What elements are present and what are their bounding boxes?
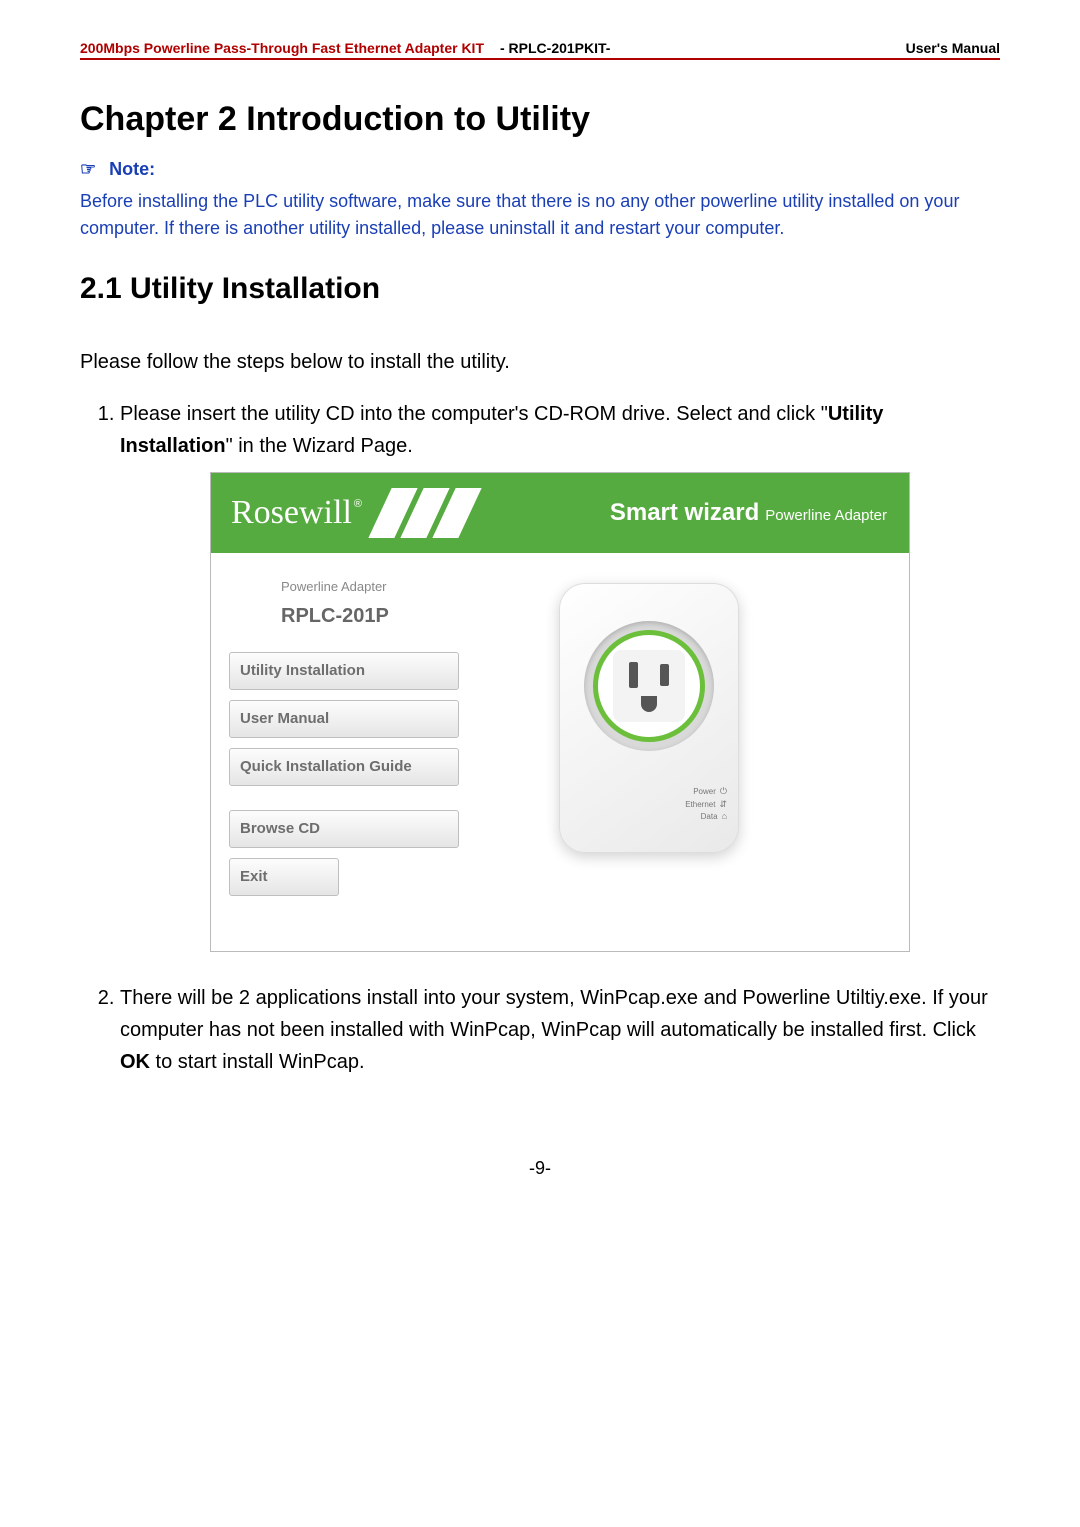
banner-slashes-icon: [380, 488, 470, 538]
browse-cd-button[interactable]: Browse CD: [229, 810, 459, 848]
user-manual-button[interactable]: User Manual: [229, 700, 459, 738]
note-label: Note:: [109, 159, 155, 179]
utility-install-button[interactable]: Utility Installation: [229, 652, 459, 690]
product-subtitle: Powerline Adapter: [281, 577, 489, 598]
step-1-text-b: " in the Wizard Page.: [226, 435, 413, 457]
step-2-bold: OK: [120, 1051, 150, 1073]
step-1: Please insert the utility CD into the co…: [120, 398, 1000, 952]
header-doc-type: User's Manual: [906, 40, 1000, 56]
wizard-banner: Rosewill Smart wizard Powerline Adapter: [211, 473, 909, 553]
brand-logo: Rosewill: [231, 486, 360, 540]
wizard-screenshot: Rosewill Smart wizard Powerline Adapter P…: [210, 472, 910, 952]
step-2-text-b: to start install WinPcap.: [150, 1051, 365, 1073]
step-2: There will be 2 applications install int…: [120, 982, 1000, 1078]
ethernet-icon: ⇵: [719, 798, 727, 811]
device-image: Power ⏻ Ethernet ⇵ Data ⌂: [559, 583, 739, 853]
wizard-title-main: Smart wizard: [610, 499, 759, 526]
step-2-text-a: There will be 2 applications install int…: [120, 987, 988, 1041]
product-model: RPLC-201P: [281, 600, 489, 632]
header-model: - RPLC-201PKIT-: [500, 40, 610, 56]
section-lead: Please follow the steps below to install…: [80, 346, 1000, 378]
power-icon: ⏻: [720, 785, 727, 798]
outlet-icon: [613, 650, 685, 722]
wizard-title: Smart wizard Powerline Adapter: [610, 494, 887, 532]
led-power-label: Power: [693, 786, 716, 797]
pointer-icon: ☞: [80, 159, 96, 179]
step-1-text-a: Please insert the utility CD into the co…: [120, 403, 828, 425]
wizard-left-panel: Powerline Adapter RPLC-201P Utility Inst…: [229, 573, 489, 923]
header-product: 200Mbps Powerline Pass-Through Fast Ethe…: [80, 40, 484, 56]
led-data-label: Data: [701, 811, 718, 822]
data-icon: ⌂: [722, 810, 727, 823]
note-body: Before installing the PLC utility softwa…: [80, 188, 1000, 242]
led-ethernet-label: Ethernet: [685, 799, 715, 810]
section-title: 2.1 Utility Installation: [80, 272, 1000, 306]
exit-button[interactable]: Exit: [229, 858, 339, 896]
note-heading: ☞ Note:: [80, 159, 1000, 180]
quick-guide-button[interactable]: Quick Installation Guide: [229, 748, 459, 786]
page-header: 200Mbps Powerline Pass-Through Fast Ethe…: [80, 40, 1000, 60]
wizard-right-panel: Power ⏻ Ethernet ⇵ Data ⌂: [489, 573, 891, 923]
device-leds: Power ⏻ Ethernet ⇵ Data ⌂: [685, 785, 727, 823]
page-number: -9-: [80, 1158, 1000, 1179]
chapter-title: Chapter 2 Introduction to Utility: [80, 100, 1000, 139]
wizard-title-sub: Powerline Adapter: [765, 507, 887, 524]
